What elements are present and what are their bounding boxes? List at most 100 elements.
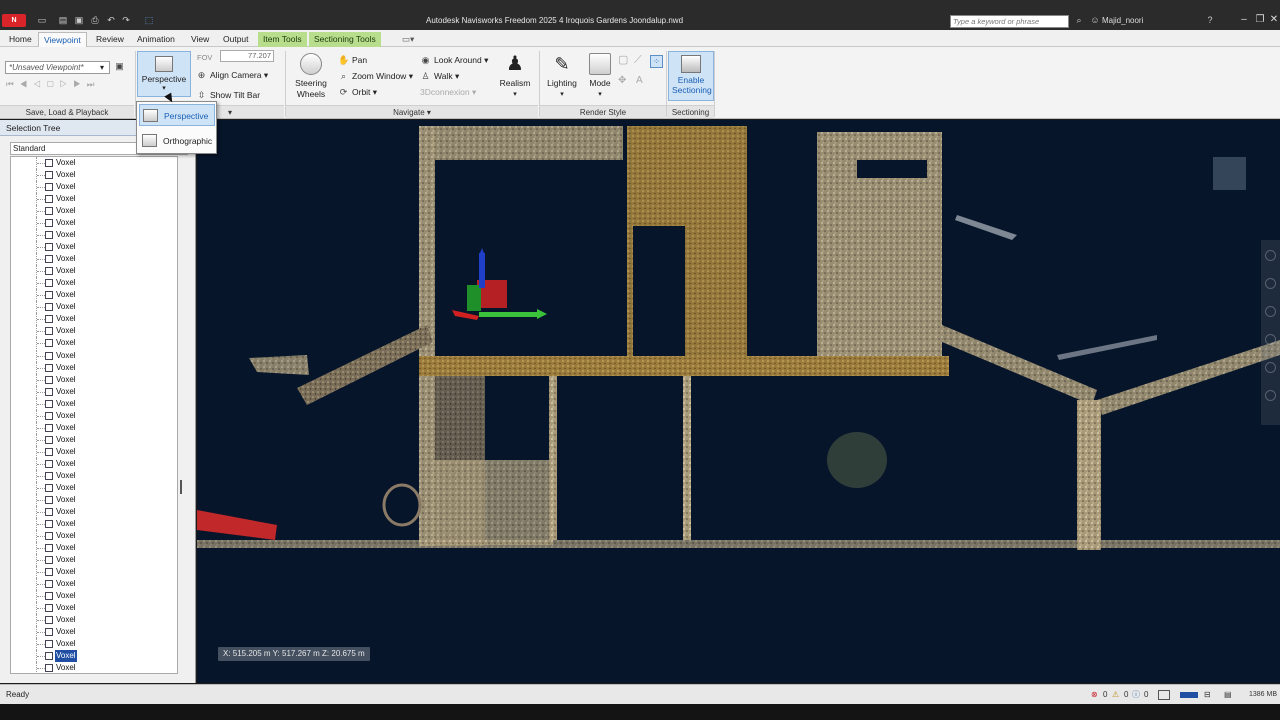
tree-item-voxel[interactable]: Voxel (11, 241, 177, 254)
maximize-button[interactable]: ❐ (1253, 14, 1267, 26)
tree-item-voxel[interactable]: Voxel (11, 469, 177, 482)
pan-icon[interactable] (1265, 278, 1276, 289)
tree-item-voxel[interactable]: Voxel (11, 337, 177, 350)
show-tilt-bar-button[interactable]: ⇳ Show Tilt Bar (196, 90, 260, 101)
snap-points-icon[interactable]: ✥ (618, 75, 626, 86)
zoom-icon[interactable] (1265, 306, 1276, 317)
ribbon-options-icon[interactable]: ▭▾ (397, 32, 419, 47)
tree-item-voxel[interactable]: Voxel (11, 433, 177, 446)
tab-output[interactable]: Output (218, 32, 254, 47)
tree-item-voxel[interactable]: Voxel (11, 193, 177, 206)
tab-item-tools[interactable]: Item Tools (258, 32, 307, 47)
print-icon[interactable]: ⎙ (90, 15, 100, 25)
tree-item-voxel[interactable]: Voxel (11, 397, 177, 410)
menu-item-orthographic[interactable]: Orthographic (139, 130, 215, 152)
tree-item-voxel[interactable]: Voxel (11, 229, 177, 242)
tree-item-voxel[interactable]: Voxel (11, 277, 177, 290)
tab-review[interactable]: Review (91, 32, 129, 47)
tree-item-voxel[interactable]: Voxel (11, 578, 177, 591)
viewpoint-select[interactable]: *Unsaved Viewpoint* (5, 61, 110, 74)
minimize-button[interactable]: – (1237, 14, 1251, 26)
3dconnexion-button[interactable]: 3Dconnexion ▾ (420, 87, 476, 98)
save-viewpoint-icon[interactable]: ▣ (114, 61, 128, 72)
tree-item-voxel[interactable]: Voxel (11, 169, 177, 182)
tree-item-voxel[interactable]: Voxel (11, 554, 177, 567)
lines-icon[interactable]: ⟋ (634, 55, 642, 66)
orbit-icon[interactable] (1265, 334, 1276, 345)
tree-item-voxel[interactable]: Voxel (11, 590, 177, 603)
viewcube[interactable] (1213, 157, 1246, 190)
tree-item-voxel[interactable]: Voxel (11, 301, 177, 314)
realism-button[interactable]: ♟ Realism ▾ (496, 53, 534, 100)
surfaces-icon[interactable]: ▢ (618, 55, 628, 66)
menu-item-perspective[interactable]: Perspective (139, 104, 215, 126)
sheet-browser-icon[interactable] (1158, 690, 1170, 700)
tree-item-voxel[interactable]: Voxel (11, 349, 177, 362)
tab-home[interactable]: Home (4, 32, 37, 47)
tree-item-voxel[interactable]: Voxel (11, 205, 177, 218)
tree-item-voxel[interactable]: Voxel (11, 529, 177, 542)
tree-item-voxel[interactable]: Voxel (11, 481, 177, 494)
look-icon[interactable] (1265, 362, 1276, 373)
tree-item-voxel[interactable]: Voxel (11, 602, 177, 615)
new-file-icon[interactable]: ▭ (37, 15, 47, 25)
tree-item-voxel[interactable]: Voxel (11, 445, 177, 458)
tree-item-voxel[interactable]: Voxel (11, 181, 177, 194)
tab-sectioning-tools[interactable]: Sectioning Tools (309, 32, 381, 47)
tree-item-voxel[interactable]: Voxel (11, 493, 177, 506)
tree-item-voxel[interactable]: Voxel (11, 457, 177, 470)
undo-icon[interactable]: ↶ (106, 15, 116, 25)
tree-item-voxel[interactable]: Voxel (11, 313, 177, 326)
tree-item-voxel[interactable]: Voxel (11, 421, 177, 434)
lighting-button[interactable]: ✎ Lighting ▾ (543, 53, 581, 100)
steering-wheels-button[interactable]: Steering Wheels (290, 53, 332, 100)
perspective-button[interactable]: Perspective ▾ (137, 51, 191, 97)
walk-button[interactable]: ♙ Walk ▾ (420, 71, 459, 82)
user-icon[interactable]: ☺ (1090, 15, 1100, 25)
steering-wheel-icon[interactable] (1265, 250, 1276, 261)
tree-item-voxel[interactable]: Voxel (11, 217, 177, 230)
close-button[interactable]: ✕ (1267, 14, 1280, 26)
tree-scroll-thumb[interactable] (180, 480, 182, 494)
tree-item-voxel[interactable]: Voxel (11, 517, 177, 530)
orbit-button[interactable]: ⟳ Orbit ▾ (338, 87, 377, 98)
tree-item-voxel[interactable]: Voxel (11, 385, 177, 398)
tree-scrollbar[interactable] (180, 156, 186, 674)
tree-item-voxel[interactable]: Voxel (11, 626, 177, 639)
binoculars-icon[interactable]: ⌕ (1074, 15, 1084, 25)
viewpoint-select-arrow-icon[interactable]: ▾ (100, 62, 104, 73)
tree-item-voxel[interactable]: Voxel (11, 409, 177, 422)
tab-viewpoint[interactable]: Viewpoint (38, 32, 87, 47)
3d-viewport[interactable]: X: 515.205 m Y: 517.267 m Z: 20.675 m (197, 120, 1280, 683)
user-name[interactable]: Majid_noori (1102, 16, 1143, 25)
tab-animation[interactable]: Animation (132, 32, 180, 47)
fov-input[interactable]: 77.207 (220, 50, 274, 62)
tree-item-voxel[interactable]: Voxel (11, 614, 177, 627)
select-icon[interactable]: ⬚ (144, 15, 154, 25)
tree-item-voxel[interactable]: Voxel (11, 650, 177, 663)
playback-controls[interactable]: ⏮◀◁▢▷▶⏭ (6, 79, 100, 90)
tab-view[interactable]: View (186, 32, 214, 47)
tree-item-voxel[interactable]: Voxel (11, 361, 177, 374)
app-logo[interactable]: N FREE (2, 14, 26, 37)
enable-sectioning-button[interactable]: Enable Sectioning (668, 51, 714, 101)
help-icon[interactable]: ? (1205, 15, 1215, 25)
tree-item-voxel[interactable]: Voxel (11, 289, 177, 302)
tree-item-voxel[interactable]: Voxel (11, 505, 177, 518)
redo-icon[interactable]: ↷ (121, 15, 131, 25)
look-around-button[interactable]: ◉ Look Around ▾ (420, 55, 489, 66)
points-icon[interactable]: ⁘ (650, 55, 663, 68)
text-icon[interactable]: A (636, 75, 643, 86)
select-icon[interactable] (1265, 390, 1276, 401)
group-navigate[interactable]: Navigate ▾ (286, 105, 538, 118)
tree-item-voxel[interactable]: Voxel (11, 373, 177, 386)
tree-item-voxel[interactable]: Voxel (11, 566, 177, 579)
tree-item-voxel[interactable]: Voxel (11, 253, 177, 266)
tree-item-voxel[interactable]: Voxel (11, 542, 177, 554)
mode-button[interactable]: Mode ▾ (585, 53, 615, 100)
zoom-window-button[interactable]: ⌕ Zoom Window ▾ (338, 71, 413, 82)
save-icon[interactable]: ▣ (74, 15, 84, 25)
tree-item-voxel[interactable]: Voxel (11, 265, 177, 278)
tree-item-voxel[interactable]: Voxel (11, 638, 177, 651)
open-file-icon[interactable]: ▤ (58, 15, 68, 25)
